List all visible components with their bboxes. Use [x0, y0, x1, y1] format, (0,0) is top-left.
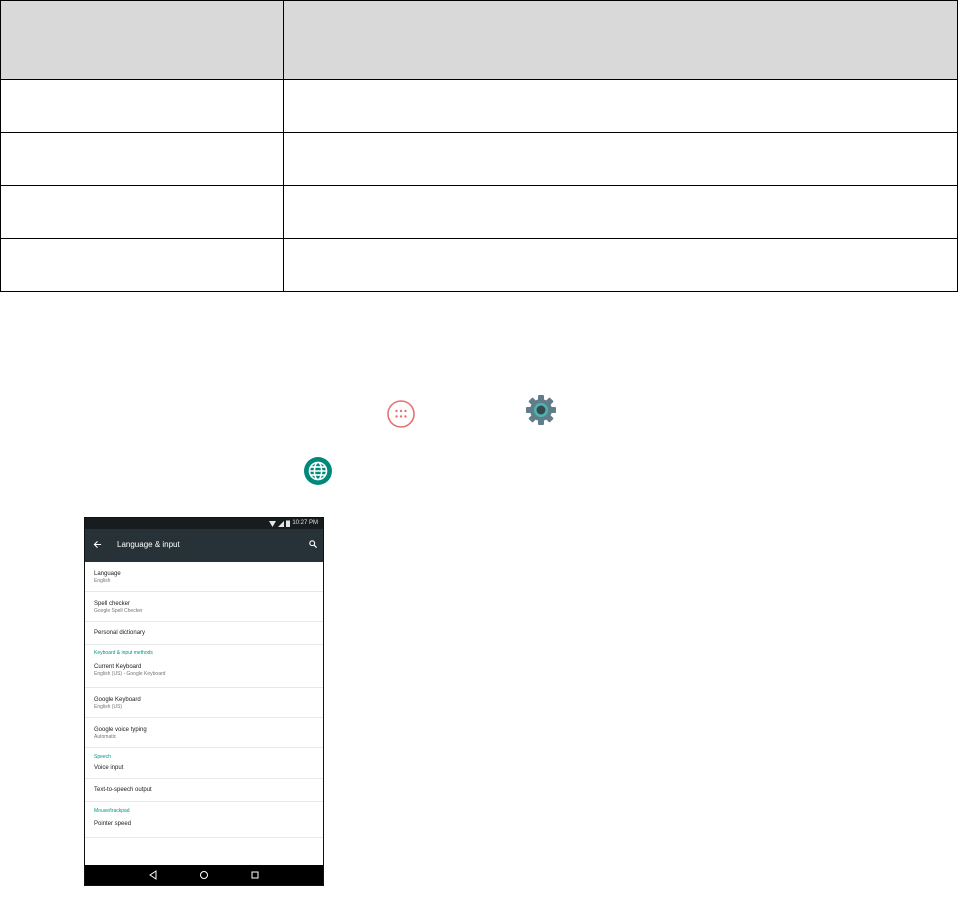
setting-summary: English — [94, 578, 111, 584]
table-cell — [283, 238, 958, 292]
phone-screenshot: 10:27 PM Language & input Language Engli… — [84, 517, 324, 886]
status-bar: 10:27 PM — [85, 518, 323, 529]
setting-title: Language — [94, 571, 121, 577]
setting-title: Google voice typing — [94, 727, 147, 733]
table-cell — [0, 132, 284, 186]
nav-back-icon[interactable] — [148, 870, 158, 880]
wifi-icon — [269, 520, 277, 527]
table-cell — [0, 79, 284, 133]
category-speech: Speech — [94, 754, 111, 760]
app-bar: Language & input — [85, 529, 323, 562]
setting-title: Spell checker — [94, 601, 131, 607]
setting-title: Current Keyboard — [94, 664, 142, 670]
table-row — [0, 185, 958, 239]
table-row — [0, 79, 958, 133]
status-time: 10:27 PM — [292, 520, 318, 526]
setting-personal-dictionary[interactable]: Personal dictionary — [85, 622, 323, 645]
category-keyboard-input: Keyboard & input methods — [94, 650, 153, 656]
setting-summary: Automatic — [94, 734, 117, 740]
settings-list: Language English Spell checker Google Sp… — [85, 562, 323, 838]
setting-title: Pointer speed — [94, 821, 132, 827]
table-header-cell — [0, 0, 284, 80]
settings-icon — [526, 395, 556, 425]
setting-title: Voice input — [94, 765, 124, 771]
table-header-cell — [283, 0, 958, 80]
table-cell — [283, 185, 958, 239]
setting-summary: Google Spell Checker — [94, 608, 143, 614]
table-row — [0, 132, 958, 186]
status-icons: 10:27 PM — [269, 518, 318, 529]
signal-icon — [278, 520, 285, 527]
setting-summary: English (US) — [94, 704, 123, 710]
apps-icon — [387, 400, 415, 428]
table-header-row — [0, 0, 958, 80]
table-row — [0, 238, 958, 292]
setting-text-to-speech[interactable]: Text-to-speech output — [85, 779, 323, 802]
document-table — [0, 0, 958, 292]
globe-icon — [304, 457, 332, 485]
table-cell — [0, 238, 284, 292]
nav-home-icon[interactable] — [199, 870, 209, 880]
search-icon[interactable] — [309, 540, 317, 548]
table-cell — [283, 132, 958, 186]
category-mouse-trackpad: Mouse/trackpad — [94, 808, 130, 814]
setting-pointer-speed[interactable]: Pointer speed — [85, 815, 323, 838]
setting-google-keyboard[interactable]: Google Keyboard English (US) — [85, 688, 323, 718]
table-cell — [283, 79, 958, 133]
back-arrow-icon[interactable] — [93, 540, 102, 549]
setting-google-voice-typing[interactable]: Google voice typing Automatic — [85, 718, 323, 748]
battery-icon — [286, 520, 291, 527]
setting-summary: English (US) - Google Keyboard — [94, 671, 166, 677]
setting-title: Text-to-speech output — [94, 787, 152, 793]
setting-spell-checker[interactable]: Spell checker Google Spell Checker — [85, 592, 323, 622]
setting-voice-input[interactable]: Voice input — [85, 760, 323, 779]
nav-recents-icon[interactable] — [250, 870, 260, 880]
navigation-bar — [85, 865, 323, 885]
setting-title: Google Keyboard — [94, 697, 141, 703]
table-cell — [0, 185, 284, 239]
setting-current-keyboard[interactable]: Current Keyboard English (US) - Google K… — [85, 658, 323, 688]
setting-title: Personal dictionary — [94, 630, 146, 636]
app-title: Language & input — [117, 540, 180, 549]
setting-language[interactable]: Language English — [85, 562, 323, 592]
